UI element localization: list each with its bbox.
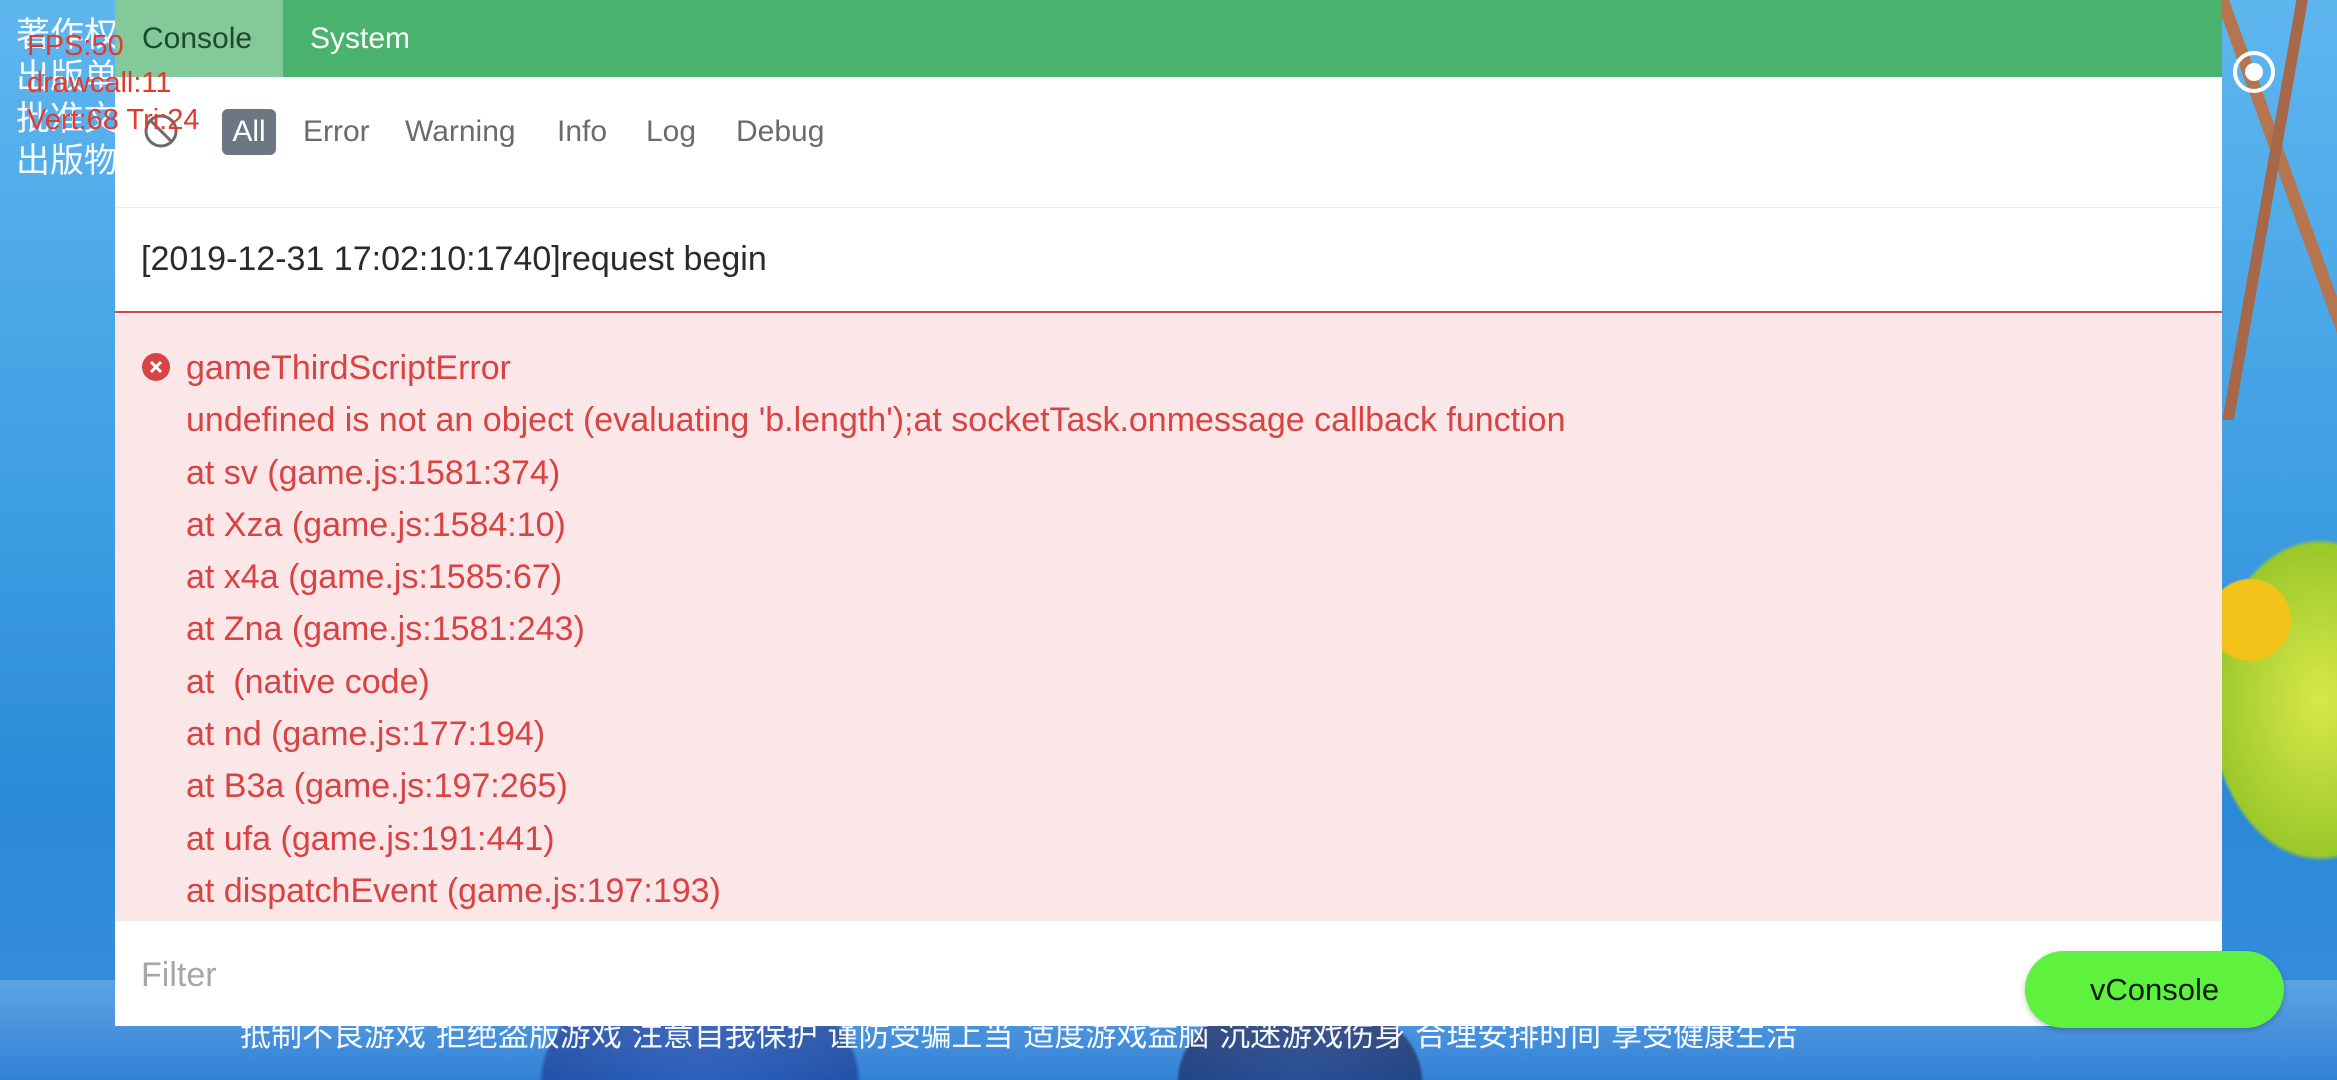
error-line: at sv (game.js:1581:374) (186, 453, 561, 492)
filter-bar (115, 921, 2222, 1026)
error-line: at (native code) (186, 662, 430, 701)
error-log-item: gameThirdScriptError undefined is not an… (115, 314, 2222, 921)
tab-bar: Console System (115, 0, 2222, 77)
log-list[interactable]: [2019-12-31 17:02:10:1740]request begin … (115, 208, 2222, 921)
filter-all[interactable]: All (222, 109, 276, 155)
vconsole-toggle-button[interactable]: vConsole (2025, 951, 2284, 1028)
tab-console[interactable]: Console (115, 0, 283, 77)
error-line: at nd (game.js:177:194) (186, 715, 546, 754)
filter-input[interactable] (139, 951, 1543, 999)
filter-error[interactable]: Error (303, 109, 370, 155)
error-line: undefined is not an object (evaluating '… (186, 401, 1566, 440)
filter-info[interactable]: Info (557, 109, 607, 155)
error-line: at Zna (game.js:1581:243) (186, 610, 585, 649)
tab-system[interactable]: System (283, 0, 433, 77)
vconsole-panel: Console System All Error Warning Info Lo… (115, 0, 2222, 1026)
error-line: at dispatchEvent (game.js:197:193) (186, 871, 721, 910)
error-line: at ufa (game.js:191:441) (186, 819, 555, 858)
log-type-toolbar: All Error Warning Info Log Debug (115, 77, 2222, 208)
error-stack: gameThirdScriptError undefined is not an… (186, 342, 1566, 917)
log-message: [2019-12-31 17:02:10:1740]request begin (141, 240, 767, 278)
log-item: [2019-12-31 17:02:10:1740]request begin (115, 208, 2222, 313)
filter-debug[interactable]: Debug (736, 109, 824, 155)
filter-warning[interactable]: Warning (405, 109, 516, 155)
error-line: at B3a (game.js:197:265) (186, 767, 568, 806)
error-line: gameThirdScriptError (186, 349, 511, 387)
clear-icon[interactable] (143, 113, 179, 149)
error-line: at Xza (game.js:1584:10) (186, 505, 566, 544)
error-line: at x4a (game.js:1585:67) (186, 558, 563, 597)
filter-log[interactable]: Log (646, 109, 696, 155)
record-icon[interactable] (2230, 48, 2278, 96)
error-icon (141, 352, 171, 382)
